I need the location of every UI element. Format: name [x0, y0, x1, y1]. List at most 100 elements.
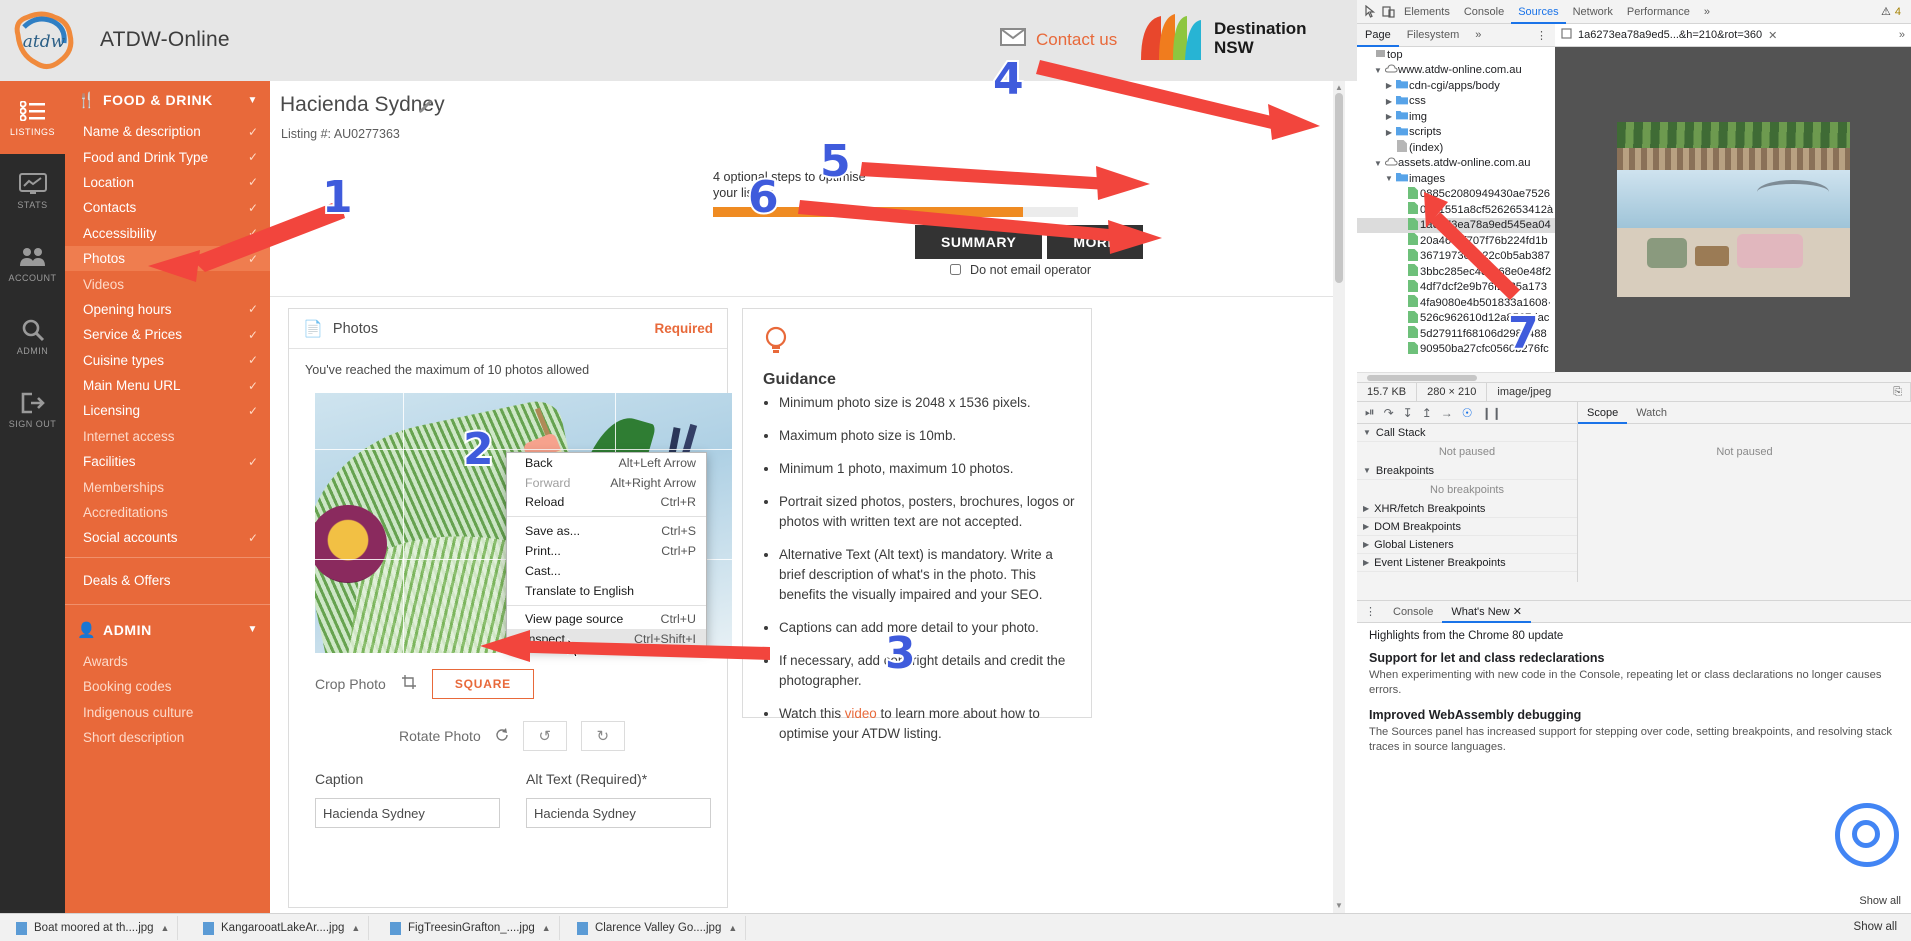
twisty-icon[interactable]: ▼	[1372, 66, 1384, 75]
sidebar-item-location[interactable]: Location ✓	[65, 170, 270, 195]
sidebar-item-internet-access[interactable]: Internet access	[65, 424, 270, 449]
tree-node[interactable]: 3bbc285ec4c2c68e0e48f2	[1357, 264, 1555, 280]
twisty-icon[interactable]: ▶	[1363, 558, 1369, 567]
open-file-tab[interactable]: 1a6273ea78a9ed5...&h=210&rot=360 ✕ »	[1555, 24, 1911, 47]
nav-item-deals-and-offers[interactable]: Deals & Offers	[65, 564, 270, 598]
scope-tab-scope[interactable]: Scope	[1578, 402, 1628, 424]
twisty-icon[interactable]: ▶	[1383, 128, 1395, 137]
tree-horizontal-scrollbar[interactable]	[1357, 372, 1555, 382]
sources-subtab--[interactable]: »	[1467, 24, 1489, 47]
sidebar-item-booking-codes[interactable]: Booking codes	[65, 674, 270, 699]
tree-node[interactable]: 0885c2080949430ae7526	[1357, 186, 1555, 203]
tree-node[interactable]: 4df7dcf2e9b76f2435a173	[1357, 279, 1555, 296]
debugger-section-dom-breakpoints[interactable]: ▶ DOM Breakpoints	[1357, 518, 1577, 536]
rail-item-listings[interactable]: LISTINGS	[0, 81, 65, 154]
pause-exceptions-icon[interactable]: ❙❙	[1482, 406, 1502, 420]
debugger-section-breakpoints[interactable]: ▼ Breakpoints	[1357, 462, 1577, 480]
devtools-tab-network[interactable]: Network	[1566, 0, 1620, 24]
taskbar-show-all[interactable]: Show all	[1854, 921, 1897, 933]
debugger-section-call-stack[interactable]: ▼ Call Stack	[1357, 424, 1577, 442]
sidebar-item-photos[interactable]: Photos ✓	[65, 245, 270, 272]
sidebar-item-licensing[interactable]: Licensing ✓	[65, 398, 270, 423]
devtools-tab-console[interactable]: Console	[1457, 0, 1511, 24]
drawer-show-all[interactable]: Show all	[1859, 895, 1901, 907]
sidebar-item-main-menu-url[interactable]: Main Menu URL ✓	[65, 373, 270, 398]
sidebar-item-cuisine-types[interactable]: Cuisine types ✓	[65, 348, 270, 373]
close-icon[interactable]: ✕	[1768, 29, 1777, 42]
step-over-icon[interactable]: ↷	[1384, 406, 1394, 420]
download-item[interactable]: KangarooatLakeAr....jpg ▲	[195, 916, 370, 940]
twisty-icon[interactable]: ▶	[1363, 522, 1369, 531]
download-icon[interactable]: ⎘	[1883, 382, 1911, 402]
pause-icon[interactable]: ⏯	[1365, 405, 1375, 420]
tree-node[interactable]: ▶ img	[1357, 109, 1555, 125]
device-toolbar-icon[interactable]	[1379, 3, 1397, 21]
sources-subtab-page[interactable]: Page	[1357, 24, 1399, 47]
chevron-right-icon[interactable]: »	[1899, 29, 1905, 41]
debugger-section-global-listeners[interactable]: ▶ Global Listeners	[1357, 536, 1577, 554]
context-menu-item-forward[interactable]: Forward Alt+Right Arrow	[507, 473, 706, 493]
sidebar-item-contacts[interactable]: Contacts ✓	[65, 195, 270, 220]
sidebar-item-accreditations[interactable]: Accreditations	[65, 500, 270, 525]
content-scrollbar[interactable]: ▲ ▼	[1333, 81, 1345, 913]
devtools-tab-elements[interactable]: Elements	[1397, 0, 1457, 24]
close-icon[interactable]: ✕	[1513, 606, 1522, 618]
context-menu-item-back[interactable]: Back Alt+Left Arrow	[507, 453, 706, 473]
square-crop-button[interactable]: SQUARE	[431, 669, 534, 699]
debugger-section-xhr-fetch-breakpoints[interactable]: ▶ XHR/fetch Breakpoints	[1357, 500, 1577, 518]
tree-node[interactable]: 526c962610d12a8567dac	[1357, 310, 1555, 327]
rotate-left-button[interactable]: ↺	[522, 721, 567, 751]
tree-node[interactable]: 4fa9080e4b501833a1608·	[1357, 295, 1555, 311]
sidebar-item-food-and-drink-type[interactable]: Food and Drink Type ✓	[65, 144, 270, 169]
pencil-icon[interactable]	[418, 98, 434, 118]
chevron-up-icon[interactable]: ▲	[351, 923, 360, 933]
download-item[interactable]: Clarence Valley Go....jpg ▲	[569, 916, 747, 940]
sources-subtab-filesystem[interactable]: Filesystem	[1399, 24, 1468, 47]
rotate-right-button[interactable]: ↻	[580, 721, 625, 751]
rail-item-account[interactable]: ACCOUNT	[0, 227, 65, 300]
step-icon[interactable]: →	[1441, 406, 1453, 420]
tree-node[interactable]: ▼ assets.atdw-online.com.au	[1357, 156, 1555, 172]
tree-node[interactable]: 5d27911f68106d298e488	[1357, 326, 1555, 342]
tree-node[interactable]: ▼ www.atdw-online.com.au	[1357, 63, 1555, 79]
tree-node[interactable]: ▶ css	[1357, 94, 1555, 110]
scope-tab-watch[interactable]: Watch	[1627, 402, 1676, 424]
summary-button[interactable]: SUMMARY	[915, 225, 1043, 259]
drawer-tab-what-s-new[interactable]: What's New ✕	[1442, 601, 1531, 623]
sidebar-item-service-prices[interactable]: Service & Prices ✓	[65, 322, 270, 347]
twisty-icon[interactable]: ▼	[1383, 174, 1395, 183]
sidebar-item-opening-hours[interactable]: Opening hours ✓	[65, 297, 270, 322]
context-menu-item-save-as[interactable]: Save as... Ctrl+S	[507, 521, 706, 541]
twisty-icon[interactable]: ▶	[1383, 112, 1395, 121]
tree-node[interactable]: 1a6273ea78a9ed545ea04	[1357, 217, 1555, 233]
guidance-video-link[interactable]: video	[845, 706, 877, 721]
tree-node[interactable]: 90950ba27cfc0560b276fc	[1357, 341, 1555, 358]
chevron-up-icon[interactable]: ▲	[161, 923, 170, 933]
context-menu-item-print[interactable]: Print... Ctrl+P	[507, 541, 706, 561]
tree-node[interactable]: ▼ images	[1357, 171, 1555, 187]
nav-section-food-and-drink[interactable]: 🍴 FOOD & DRINK ▼	[65, 81, 270, 119]
twisty-icon[interactable]: ▶	[1363, 504, 1369, 513]
step-into-icon[interactable]: ↧	[1403, 406, 1413, 420]
sidebar-item-social-accounts[interactable]: Social accounts ✓	[65, 525, 270, 550]
sidebar-item-name-description[interactable]: Name & description ✓	[65, 119, 270, 144]
twisty-icon[interactable]: ▼	[1372, 159, 1384, 168]
devtools-tab--[interactable]: »	[1697, 0, 1717, 24]
step-out-icon[interactable]: ↥	[1422, 406, 1432, 420]
browser-context-menu[interactable]: Back Alt+Left Arrow Forward Alt+Right Ar…	[506, 452, 707, 651]
drawer-kebab-icon[interactable]: ⋮	[1365, 605, 1384, 618]
deactivate-breakpoints-icon[interactable]: ☉	[1462, 406, 1473, 420]
rail-item-admin[interactable]: ADMIN	[0, 300, 65, 373]
inspect-icon[interactable]	[1361, 3, 1379, 21]
sidebar-item-videos[interactable]: Videos	[65, 271, 270, 296]
tree-node[interactable]: 0e01551a8cf5262653412à	[1357, 202, 1555, 218]
twisty-icon[interactable]: ▶	[1363, 540, 1369, 549]
context-menu-item-cast[interactable]: Cast...	[507, 561, 706, 581]
sidebar-item-awards[interactable]: Awards	[65, 649, 270, 674]
drawer-tab-console[interactable]: Console	[1384, 601, 1442, 623]
scroll-up-icon[interactable]: ▲	[1334, 83, 1344, 93]
devtools-tab-sources[interactable]: Sources	[1511, 0, 1566, 24]
context-menu-item-reload[interactable]: Reload Ctrl+R	[507, 493, 706, 513]
sidebar-item-accessibility[interactable]: Accessibility ✓	[65, 221, 270, 246]
devtools-tab-performance[interactable]: Performance	[1620, 0, 1697, 24]
